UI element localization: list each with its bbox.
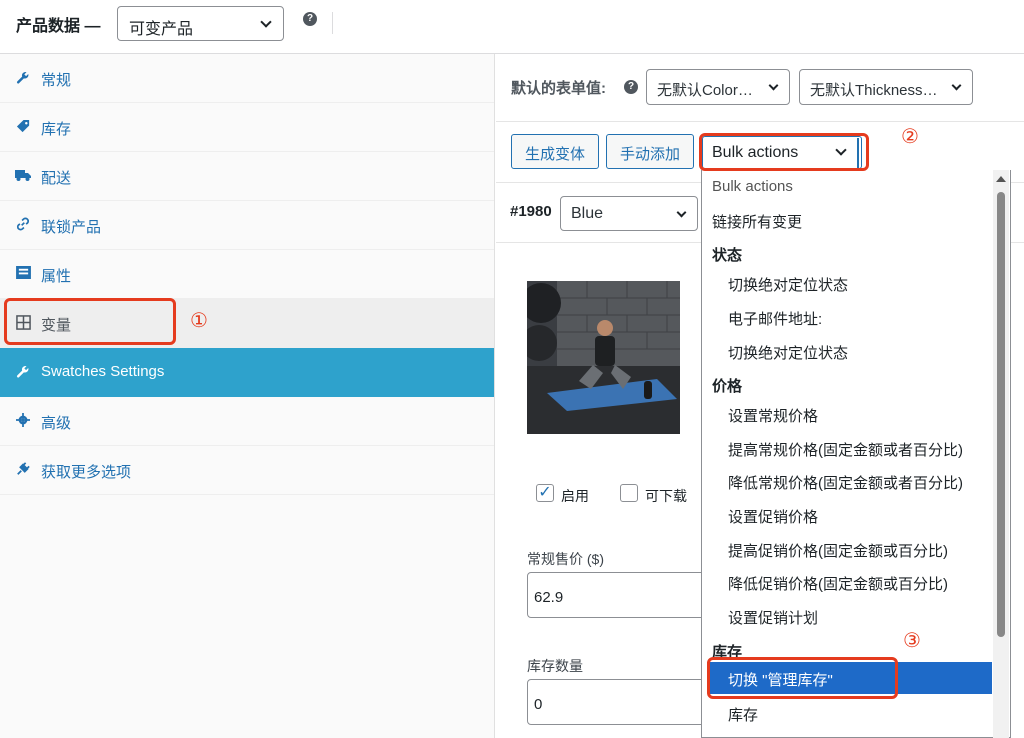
tag-icon: [15, 119, 31, 135]
divider: [332, 12, 333, 34]
downloadable-label: 可下载: [645, 488, 687, 504]
divider: [496, 121, 1024, 122]
manual-add-button[interactable]: 手动添加: [606, 134, 694, 169]
dropdown-option[interactable]: 降低常规价格(固定金额或者百分比): [728, 472, 1010, 493]
dropdown-option[interactable]: 提高促销价格(固定金额或百分比): [728, 540, 1010, 561]
chevron-down-icon: [260, 16, 272, 28]
dropdown-option[interactable]: 降低促销价格(固定金额或百分比): [728, 573, 1010, 594]
tab-label: Swatches Settings: [41, 363, 165, 380]
default-color-value: 无默认Color…: [657, 82, 753, 99]
bulk-actions-dropdown: Bulk actions 链接所有变更 状态 切换绝对定位状态 电子邮件地址: …: [701, 170, 1011, 738]
annotation-box-3: [707, 657, 898, 699]
tab-get-more-options[interactable]: 获取更多选项: [0, 446, 494, 495]
tab-label: 属性: [41, 268, 72, 285]
tab-swatches-settings[interactable]: Swatches Settings: [0, 348, 494, 397]
chevron-down-icon: [676, 207, 687, 218]
default-color-select[interactable]: 无默认Color…: [646, 69, 790, 105]
product-data-header: 产品数据 — 可变产品 ?: [0, 0, 1024, 54]
default-form-values-label: 默认的表单值:: [511, 80, 606, 97]
gear-icon: [15, 413, 31, 429]
help-icon[interactable]: ?: [624, 80, 638, 94]
product-data-title: 产品数据 —: [16, 18, 101, 35]
enabled-label: 启用: [561, 488, 589, 504]
dropdown-option[interactable]: 库存: [728, 704, 1010, 725]
tab-label: 库存: [41, 121, 72, 138]
tab-label: 配送: [41, 170, 72, 187]
default-thickness-value: 无默认Thickness…: [810, 82, 938, 99]
dropdown-option[interactable]: 电子邮件地址:: [728, 308, 1010, 329]
tab-label: 高级: [41, 415, 72, 432]
dropdown-option[interactable]: 设置促销价格: [728, 506, 1010, 527]
enabled-checkbox[interactable]: ✓: [536, 484, 554, 502]
tab-attributes[interactable]: 属性: [0, 250, 494, 299]
tab-label: 常规: [41, 72, 72, 89]
dropdown-option[interactable]: 切换绝对定位状态: [728, 342, 1010, 363]
tab-label: 联锁产品: [41, 219, 102, 236]
stock-quantity-label: 库存数量: [527, 658, 583, 674]
tab-label: 获取更多选项: [41, 464, 132, 481]
variation-color-value: Blue: [571, 205, 604, 222]
scrollbar-thumb[interactable]: [997, 192, 1005, 637]
plugin-icon: [15, 462, 31, 478]
annotation-box-1: [4, 298, 176, 345]
default-thickness-select[interactable]: 无默认Thickness…: [799, 69, 973, 105]
help-icon[interactable]: ?: [303, 12, 317, 26]
tab-linked-products[interactable]: 联锁产品: [0, 201, 494, 250]
dropdown-option[interactable]: 设置促销计划: [728, 607, 1010, 628]
dropdown-option-link-all[interactable]: 链接所有变更: [712, 211, 1002, 232]
link-icon: [15, 217, 31, 233]
annotation-box-2: [699, 133, 869, 171]
annotation-number-3: ③: [903, 628, 921, 652]
regular-price-label: 常规售价 ($): [527, 551, 604, 567]
chevron-down-icon: [951, 80, 962, 91]
wrench-icon: [15, 364, 31, 380]
tab-general[interactable]: 常规: [0, 54, 494, 103]
product-type-select[interactable]: 可变产品: [117, 6, 284, 41]
generate-variations-button[interactable]: 生成变体: [511, 134, 599, 169]
dropdown-option-placeholder[interactable]: Bulk actions: [712, 178, 1002, 195]
variation-id: #1980: [510, 203, 552, 220]
downloadable-checkbox[interactable]: [620, 484, 638, 502]
tab-inventory[interactable]: 库存: [0, 103, 494, 152]
regular-price-input[interactable]: 62.9: [527, 572, 707, 618]
scroll-up-arrow-icon[interactable]: [996, 176, 1006, 182]
annotation-number-1: ①: [190, 308, 208, 332]
truck-icon: [15, 168, 31, 184]
dropdown-option[interactable]: 设置常规价格: [728, 405, 1010, 426]
variation-image[interactable]: [527, 281, 680, 434]
dropdown-option[interactable]: 切换绝对定位状态: [728, 274, 1010, 295]
wrench-icon: [15, 70, 31, 86]
stock-quantity-input[interactable]: 0: [527, 679, 707, 725]
annotation-number-2: ②: [901, 124, 919, 148]
dropdown-group-status: 状态: [712, 247, 743, 264]
tab-shipping[interactable]: 配送: [0, 152, 494, 201]
variation-color-select[interactable]: Blue: [560, 196, 698, 231]
tab-advanced[interactable]: 高级: [0, 397, 494, 446]
chevron-down-icon: [768, 80, 779, 91]
list-icon: [15, 266, 31, 282]
dropdown-option[interactable]: 提高常规价格(固定金额或者百分比): [728, 439, 1010, 460]
product-type-value: 可变产品: [129, 21, 194, 38]
product-data-tabs: 常规 库存 配送 联锁产品 属性 变量 Swatches Settings 高级…: [0, 54, 495, 738]
dropdown-group-price: 价格: [712, 378, 743, 395]
